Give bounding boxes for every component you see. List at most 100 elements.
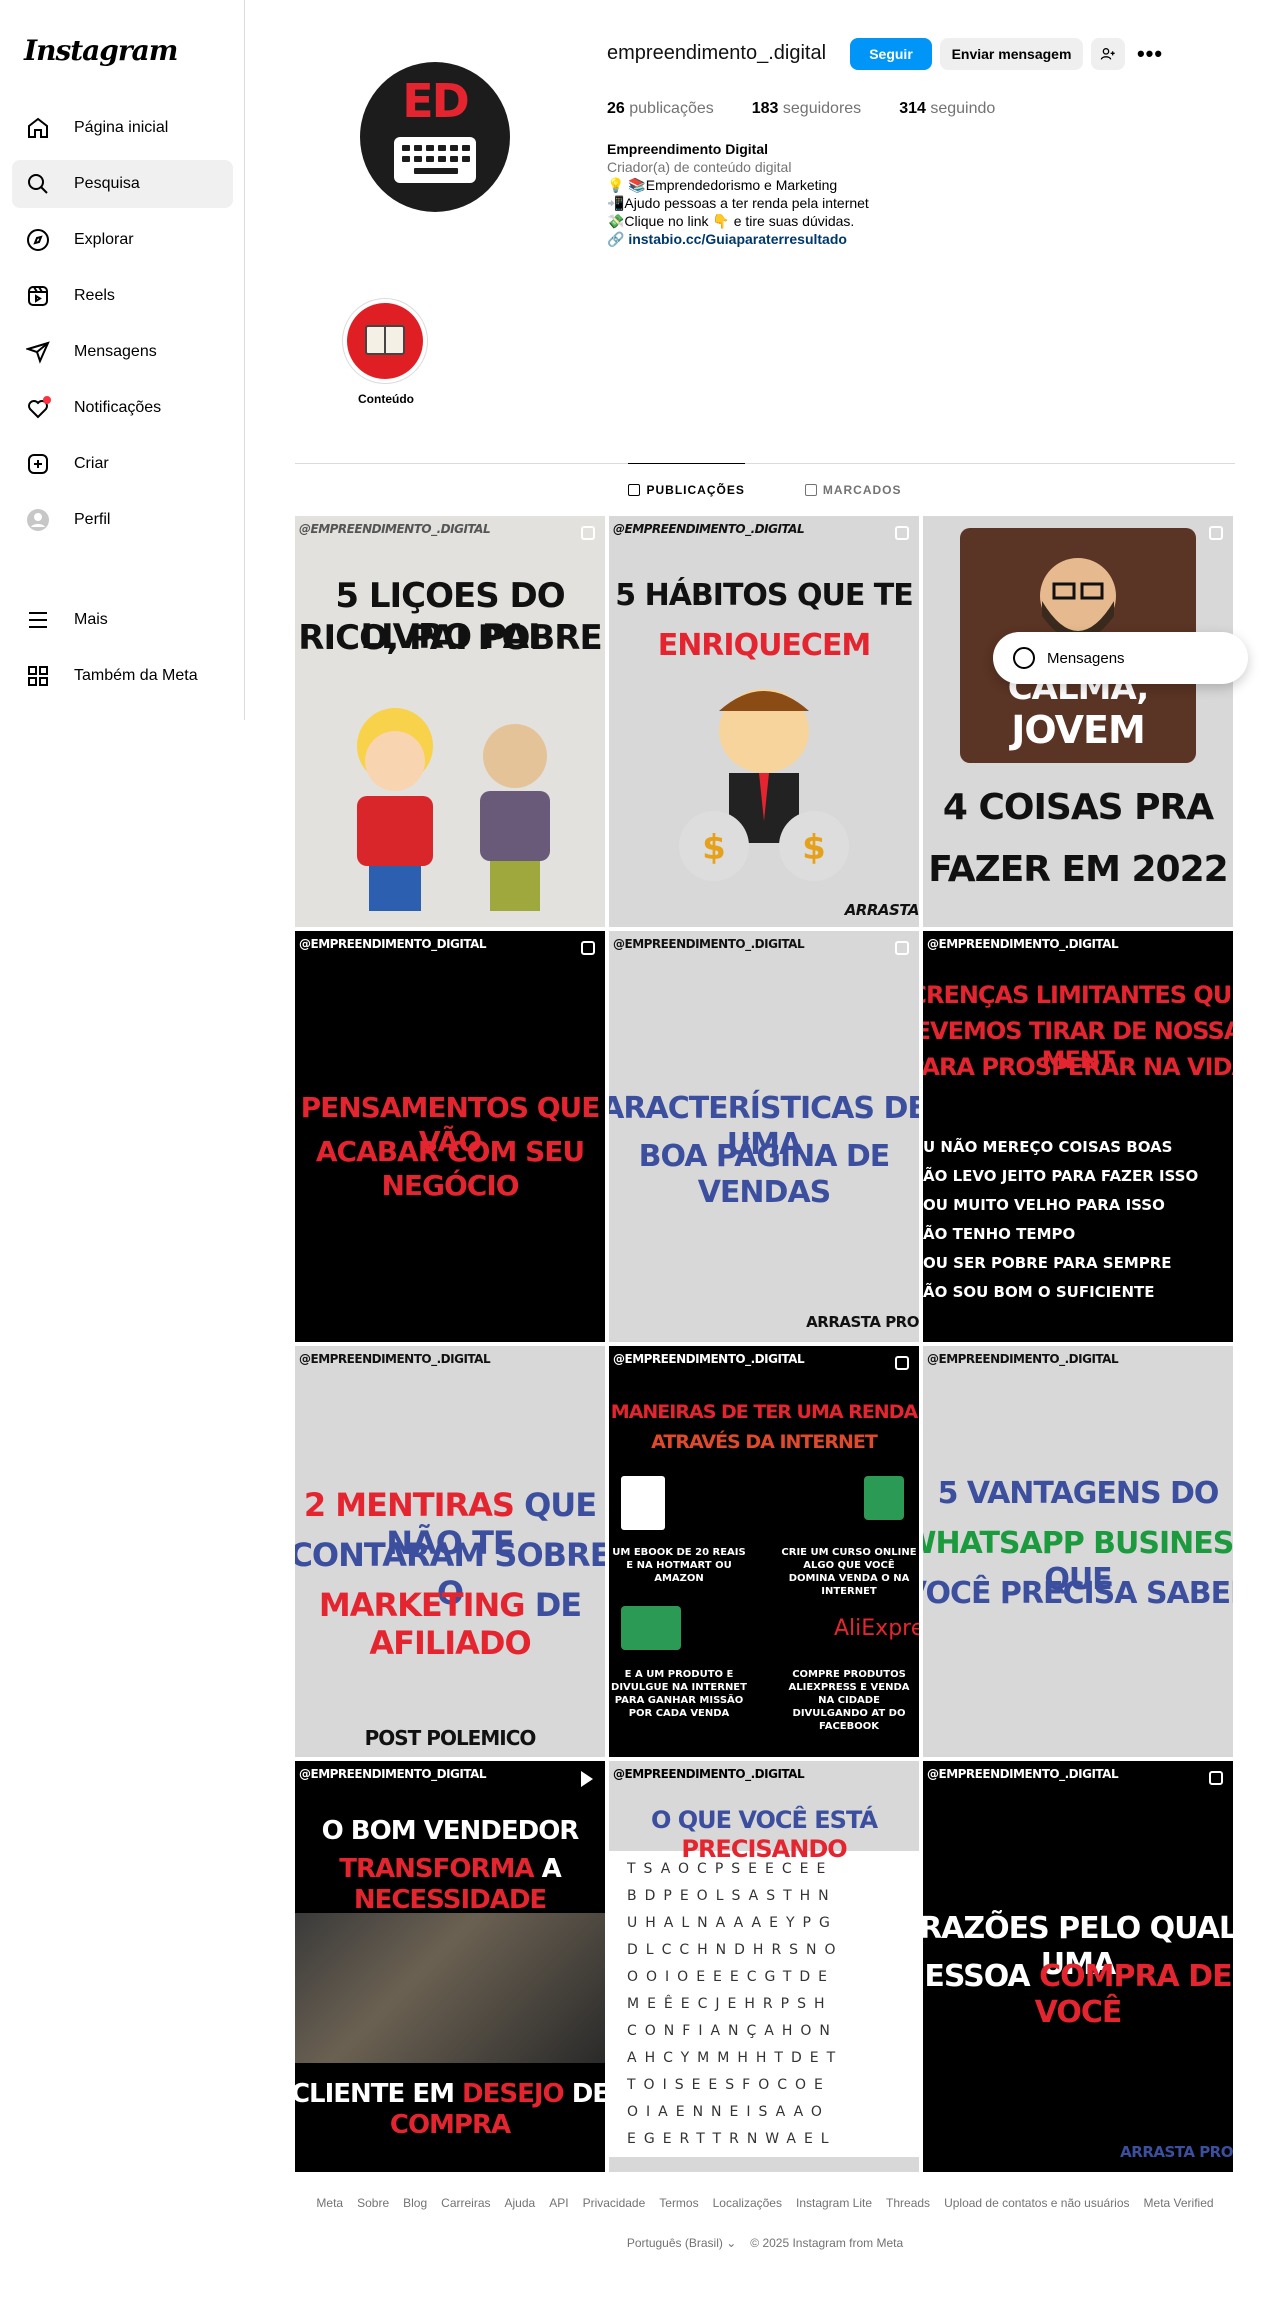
sidebar-nav: Página inicial Pesquisa Explorar Reels M… [12,104,233,552]
footer-link[interactable]: Meta Verified [1144,2196,1214,2210]
grid-icon [628,483,641,496]
sidebar-item-label: Explorar [74,231,134,248]
followers-count[interactable]: 183 seguidores [752,100,861,118]
title-part: A [541,1854,562,1884]
send-message-button[interactable]: Enviar mensagem [940,38,1083,70]
belief-item: OU SER POBRE PARA SEMPRE [923,1254,1172,1272]
post-footer: POST POLEMICO [364,1726,537,1750]
post-handle: @EMPREENDIMENTO_.DIGITAL [613,1352,805,1366]
word-search-row: OIAENNEISAAO [627,2104,830,2120]
sidebar: Instagram Página inicial Pesquisa Explor… [0,0,245,720]
post-tile[interactable]: @EMPREENDIMENTO_.DIGITAL 2 MENTIRAS QUE … [295,1346,605,1757]
messages-popup[interactable]: Mensagens [993,632,1248,684]
copyright: © 2025 Instagram from Meta [750,2236,904,2250]
post-tile[interactable]: CALMA, JOVEM 4 COISAS PRA FAZER EM 2022 [923,516,1233,927]
sidebar-item-messages[interactable]: Mensagens [12,328,233,376]
grid-icon [24,662,52,690]
sidebar-item-notifications[interactable]: Notificações [12,384,233,432]
sidebar-item-create[interactable]: Criar [12,440,233,488]
footer-link[interactable]: API [549,2196,568,2210]
highlight-ring [342,298,428,384]
tab-tagged[interactable]: MARCADOS [804,464,902,516]
keyboard-icon [394,137,476,183]
title-part: NECESSIDADE [353,1885,547,1916]
post-handle: @EMPREENDIMENTO_.DIGITAL [613,522,805,536]
posts-count[interactable]: 26 publicações [607,100,714,118]
post-footer: ARRASTA PRO [806,1313,919,1331]
bio-line: 💡 📚Emprendedorismo e Marketing [607,177,838,193]
post-footer: ARRASTA [844,901,919,919]
sidebar-item-reels[interactable]: Reels [12,272,233,320]
post-tile[interactable]: @EMPREENDIMENTO_.DIGITAL 5 HÁBITOS QUE T… [609,516,919,927]
sidebar-item-search[interactable]: Pesquisa [12,160,233,208]
belief-item: ÃO TENHO TEMPO [923,1225,1076,1243]
post-title: CRENÇAS LIMITANTES QUE [923,981,1233,1009]
heart-icon [24,394,52,422]
bio-name: Empreendimento Digital [607,141,769,157]
sidebar-item-meta[interactable]: Também da Meta [12,652,233,700]
post-handle: @EMPREENDIMENTO_.DIGITAL [927,1767,1119,1781]
sidebar-item-explore[interactable]: Explorar [12,216,233,264]
word-search-row: EGERTTRNWAEL [627,2131,837,2147]
footer-link[interactable]: Ajuda [505,2196,536,2210]
sidebar-item-home[interactable]: Página inicial [12,104,233,152]
sidebar-item-label: Também da Meta [74,667,198,684]
post-title: BOA PÁGINA DE VENDAS [638,1139,891,1210]
tip-text: E A UM PRODUTO E DIVULGUE NA INTERNET PA… [611,1669,747,1719]
footer-link[interactable]: Localizações [713,2196,782,2210]
post-tile[interactable]: @EMPREENDIMENTO_.DIGITAL MANEIRAS DE TER… [609,1346,919,1757]
post-handle: @EMPREENDIMENTO_.DIGITAL [613,937,805,951]
title-part: O QUE VOCÊ ESTÁ [650,1806,878,1834]
instagram-logo[interactable]: Instagram [24,34,178,67]
post-tile[interactable]: @EMPREENDIMENTO_.DIGITAL ARACTERÍSTICAS … [609,931,919,1342]
follow-button[interactable]: Seguir [850,38,932,70]
sidebar-item-more[interactable]: Mais [12,596,233,644]
post-title: 4 COISAS PRA [942,787,1214,828]
footer-link[interactable]: Privacidade [583,2196,646,2210]
affiliate-icon [621,1606,681,1650]
post-tile[interactable]: @EMPREENDIMENTO_DIGITAL O BOM VENDEDOR T… [295,1761,605,2172]
post-title: TRANSFORMA A NECESSIDADE [295,1854,605,1916]
footer-link[interactable]: Sobre [357,2196,389,2210]
posts-number: 26 [607,100,625,117]
post-tile[interactable]: @EMPREENDIMENTO_DIGITAL PENSAMENTOS QUE … [295,931,605,1342]
avatar-logo-text: ED [402,74,470,128]
tip-text: CRIE UM CURSO ONLINE ALGO QUE VOCÊ DOMIN… [781,1547,917,1597]
bio-category: Criador(a) de conteúdo digital [607,159,792,175]
footer-link[interactable]: Upload de contatos e não usuários [944,2196,1129,2210]
title-part: COMPRA [389,2110,511,2141]
footer-link[interactable]: Blog [403,2196,427,2210]
post-handle: @EMPREENDIMENTO_.DIGITAL [927,937,1119,951]
post-tile[interactable]: @EMPREENDIMENTO_.DIGITAL CRENÇAS LIMITAN… [923,931,1233,1342]
add-user-button[interactable] [1091,38,1125,70]
bio-line: 📲Ajudo pessoas a ter renda pela internet [607,195,869,211]
send-icon [24,338,52,366]
post-tile[interactable]: @EMPREENDIMENTO_.DIGITAL RAZÕES PELO QUA… [923,1761,1233,2172]
profile-username: empreendimento_.digital [607,42,827,64]
carousel-icon [581,526,595,540]
bio-link[interactable]: 🔗 instabio.cc/Guiaparaterresultado [607,230,1027,248]
footer-link[interactable]: Termos [659,2196,698,2210]
more-options-button[interactable]: ••• [1133,38,1167,70]
footer-link[interactable]: Carreiras [441,2196,490,2210]
reel-icon [581,1771,593,1787]
footer-link[interactable]: Instagram Lite [796,2196,872,2210]
beliefs-list: U NÃO MEREÇO COISAS BOAS ÃO LEVO JEITO PA… [923,1133,1198,1307]
tab-posts[interactable]: PUBLICAÇÕES [628,463,745,515]
tip-text: UM EBOOK DE 20 REAIS E NA HOTMART OU AMA… [612,1547,746,1584]
sidebar-item-profile[interactable]: Perfil [12,496,233,544]
post-tile[interactable]: @EMPREENDIMENTO_.DIGITAL 5 LIÇOES DO LIV… [295,516,605,927]
post-tile[interactable]: @EMPREENDIMENTO_.DIGITAL O QUE VOCÊ ESTÁ… [609,1761,919,2172]
post-tile[interactable]: @EMPREENDIMENTO_.DIGITAL 5 VANTAGENS DO … [923,1346,1233,1757]
messages-popup-label: Mensagens [1047,649,1125,667]
word-search-row: CONFIANÇAHON [627,2023,838,2039]
highlight-item[interactable]: Conteúdo [342,298,430,406]
language-select[interactable]: Português (Brasil) ⌄ [627,2236,736,2250]
post-title: ESSOA COMPRA DE VOCÊ [923,1959,1233,2031]
footer-link[interactable]: Meta [316,2196,343,2210]
footer-link[interactable]: Threads [886,2196,930,2210]
title-part: AFILIADO [369,1624,531,1663]
following-count[interactable]: 314 seguindo [899,100,995,118]
followers-number: 183 [751,100,779,117]
profile-avatar[interactable]: ED [360,62,510,212]
